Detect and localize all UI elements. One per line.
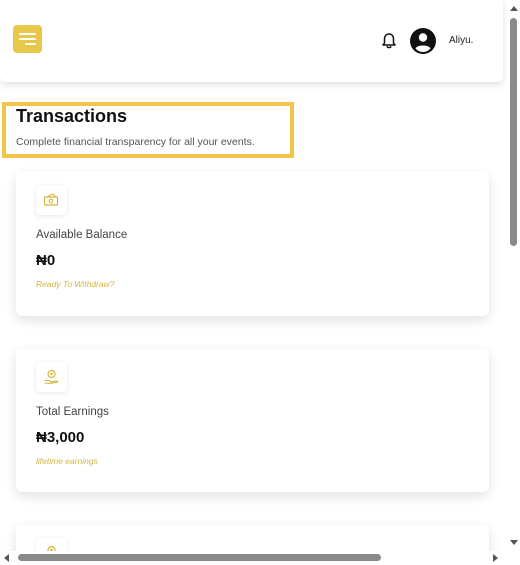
transaction-card	[16, 525, 489, 551]
money-icon	[36, 185, 67, 215]
hamburger-menu-icon[interactable]	[13, 25, 42, 53]
scroll-down-arrow-icon[interactable]	[510, 540, 518, 545]
viewport: Aliyu. Transactions Complete financial t…	[0, 0, 507, 551]
withdraw-link[interactable]: Ready To Withdraw?	[36, 279, 115, 289]
scroll-left-arrow-icon[interactable]	[4, 554, 9, 562]
bell-icon[interactable]	[380, 32, 398, 50]
card-note: lifetime earnings	[36, 456, 98, 466]
earnings-icon	[36, 362, 67, 392]
available-balance-card: Available Balance ₦0 Ready To Withdraw?	[16, 172, 489, 316]
user-avatar-icon[interactable]	[410, 28, 436, 54]
page-subtitle: Complete financial transparency for all …	[16, 136, 255, 148]
scroll-right-arrow-icon[interactable]	[493, 554, 498, 562]
earnings-icon	[36, 538, 67, 551]
balance-value: ₦0	[36, 252, 56, 269]
vertical-scroll-thumb[interactable]	[510, 18, 517, 246]
horizontal-scrollbar[interactable]	[0, 551, 507, 565]
scroll-up-arrow-icon[interactable]	[510, 6, 518, 11]
horizontal-scroll-thumb[interactable]	[18, 554, 381, 561]
card-label: Available Balance	[36, 229, 128, 241]
scrollbar-corner	[507, 551, 520, 565]
page-title: Transactions	[16, 106, 128, 126]
earnings-value: ₦3,000	[36, 429, 85, 446]
username-label[interactable]: Aliyu.	[449, 35, 473, 46]
top-bar: Aliyu.	[0, 0, 503, 82]
card-label: Total Earnings	[36, 406, 109, 418]
vertical-scrollbar[interactable]	[507, 0, 520, 551]
total-earnings-card: Total Earnings ₦3,000 lifetime earnings	[16, 349, 489, 492]
